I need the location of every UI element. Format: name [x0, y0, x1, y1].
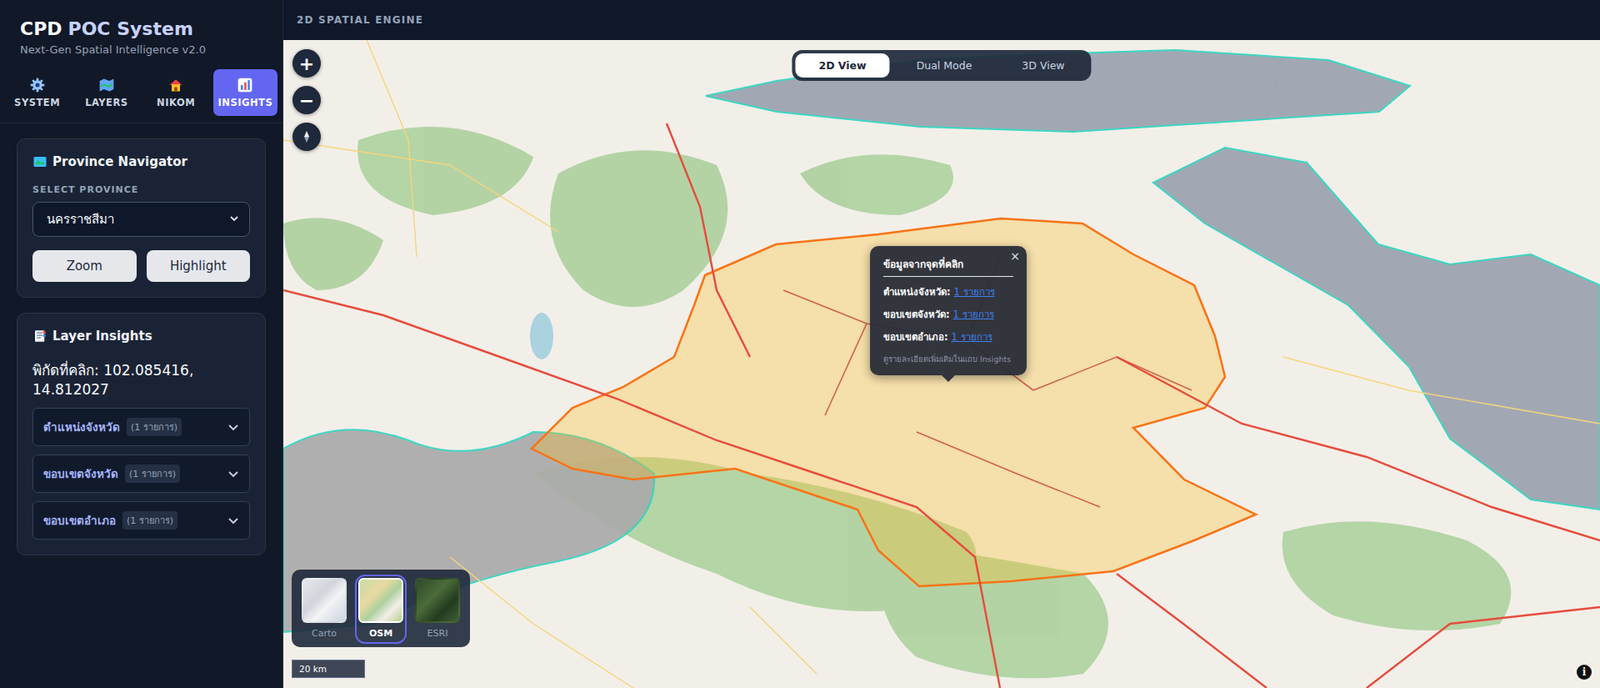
- tab-label: LAYERS: [85, 96, 128, 109]
- basemap-option[interactable]: OSM: [358, 577, 404, 640]
- view-mode-button[interactable]: 2D View: [795, 53, 890, 78]
- accordion-label: ขอบเขตอำเภอ: [43, 510, 116, 530]
- clicked-coordinate: พิกัดที่คลิก: 102.085416, 14.812027: [32, 358, 250, 398]
- popup-row: ตำแหน่งจังหวัด:1 รายการ: [883, 284, 1014, 300]
- app-title: CPDPOC System: [20, 18, 263, 40]
- app-subtitle: Next-Gen Spatial Intelligence v2.0: [20, 43, 263, 56]
- engine-label: 2D SPATIAL ENGINE: [296, 14, 424, 26]
- popup-footer: ดูรายละเอียดเพิ่มเติมในแถบ Insights: [883, 352, 1014, 365]
- select-label: SELECT PROVINCE: [32, 184, 250, 195]
- sidebar-tab[interactable]: NIKOM: [144, 69, 209, 116]
- accordion-count: (1 รายการ): [125, 464, 180, 483]
- sidebar-tab[interactable]: LAYERS: [74, 69, 139, 116]
- popup-row-link[interactable]: 1 รายการ: [954, 284, 995, 300]
- chart-icon: [236, 76, 254, 94]
- select-value: นครราชสีมา: [46, 209, 115, 230]
- insight-accordion[interactable]: ขอบเขตจังหวัด (1 รายการ): [32, 454, 250, 493]
- basemap-thumbnail: [301, 577, 347, 623]
- layer-insights-card: Layer Insights พิกัดที่คลิก: 102.085416, …: [16, 312, 266, 555]
- popup-row-link[interactable]: 1 รายการ: [953, 306, 995, 322]
- basemap-label: Carto: [311, 627, 337, 640]
- map-panel: 2D SPATIAL ENGINE+−2D ViewDual Mode3D Vi…: [283, 0, 1600, 688]
- popup-title: ข้อมูลจากจุดที่คลิก: [883, 255, 1014, 277]
- popup-close-button[interactable]: ×: [1010, 249, 1020, 263]
- chevron-icon: [227, 514, 240, 526]
- gear-icon: [29, 76, 46, 94]
- sidebar-tab[interactable]: INSIGHTS: [213, 69, 278, 116]
- sidebar-tabs: SYSTEM LAYERS NIKOM INSIGHTS: [0, 69, 283, 124]
- compass-icon: [300, 126, 314, 148]
- basemap-switcher: Carto OSM ESRI: [291, 569, 470, 647]
- accordion-label: ตำแหน่งจังหวัด: [43, 417, 120, 436]
- compass-button[interactable]: [292, 122, 321, 151]
- basemap-thumbnail: [415, 577, 460, 623]
- popup-row: ขอบเขตจังหวัด:1 รายการ: [883, 306, 1014, 322]
- app-title-main: CPD: [20, 18, 63, 40]
- card-title: Layer Insights: [32, 328, 250, 344]
- zoom-out-button[interactable]: −: [292, 85, 321, 115]
- chevron-icon: [227, 467, 240, 480]
- popup-row-link[interactable]: 1 รายการ: [951, 329, 993, 345]
- basemap-option[interactable]: Carto: [301, 577, 347, 640]
- card-title-text: Layer Insights: [52, 328, 153, 344]
- popup-row: ขอบเขตอำเภอ:1 รายการ: [883, 329, 1014, 345]
- map-canvas[interactable]: +−2D ViewDual Mode3D Viewข้อมูลจากจุดที่…: [283, 40, 1600, 688]
- accordion-header: ขอบเขตจังหวัด (1 รายการ): [43, 464, 180, 483]
- insight-accordion[interactable]: ตำแหน่งจังหวัด (1 รายการ): [32, 407, 250, 446]
- accordion-label: ขอบเขตจังหวัด: [43, 464, 119, 483]
- card-title-text: Province Navigator: [52, 154, 188, 170]
- sidebar-tab[interactable]: SYSTEM: [5, 69, 70, 116]
- highlight-button[interactable]: Highlight: [146, 250, 251, 282]
- province-navigator-card: Province Navigator SELECT PROVINCE นครราชส…: [16, 138, 266, 298]
- card-title: Province Navigator: [32, 154, 250, 170]
- brand: CPDPOC System Next-Gen Spatial Intelligen…: [0, 0, 283, 70]
- basemap-label: ESRI: [427, 627, 449, 640]
- navigator-buttons: Zoom Highlight: [32, 250, 250, 282]
- view-mode-toggle: 2D ViewDual Mode3D View: [791, 50, 1091, 81]
- map-icon: [98, 76, 115, 94]
- popup-tail: [941, 375, 955, 382]
- basemap-label: OSM: [369, 627, 393, 640]
- chevron-icon: [227, 420, 240, 433]
- insight-accordion[interactable]: ขอบเขตอำเภอ (1 รายการ): [32, 500, 250, 540]
- map-icon: [32, 154, 48, 170]
- zoom-controls: +−: [292, 49, 321, 151]
- insight-list: ตำแหน่งจังหวัด (1 รายการ) ขอบเขตจังหวัด (1 …: [32, 407, 250, 540]
- zoom-button[interactable]: Zoom: [32, 250, 137, 282]
- accordion-count: (1 รายการ): [126, 417, 182, 436]
- attribution-info-button[interactable]: i: [1576, 664, 1592, 680]
- basemap-thumbnail: [358, 577, 404, 623]
- tab-label: NIKOM: [156, 96, 195, 109]
- view-mode-button[interactable]: Dual Mode: [893, 53, 996, 78]
- map-header: 2D SPATIAL ENGINE: [283, 0, 1600, 40]
- accordion-header: ขอบเขตอำเภอ (1 รายการ): [43, 510, 178, 530]
- zoom-in-button[interactable]: +: [292, 49, 321, 78]
- map-popup: ข้อมูลจากจุดที่คลิก×ตำแหน่งจังหวัด:1 ราย…: [870, 245, 1027, 375]
- basemap-option[interactable]: ESRI: [415, 577, 460, 640]
- popup-row-label: ขอบเขตอำเภอ:: [883, 329, 949, 345]
- scale-bar: 20 km: [291, 659, 365, 678]
- popup-row-label: ตำแหน่งจังหวัด:: [883, 284, 951, 300]
- app-title-accent: POC System: [68, 18, 194, 40]
- province-select[interactable]: นครราชสีมา: [32, 201, 250, 237]
- accordion-count: (1 รายการ): [122, 510, 178, 530]
- bookmark-tabs-icon: [32, 328, 48, 344]
- house-icon: [167, 76, 185, 94]
- chevron-down-icon: [229, 211, 240, 227]
- popup-row-label: ขอบเขตจังหวัด:: [883, 306, 950, 322]
- tab-label: SYSTEM: [14, 96, 60, 109]
- view-mode-button[interactable]: 3D View: [998, 53, 1088, 78]
- accordion-header: ตำแหน่งจังหวัด (1 รายการ): [43, 417, 182, 436]
- tab-label: INSIGHTS: [218, 96, 274, 109]
- sidebar: CPDPOC System Next-Gen Spatial Intelligen…: [0, 0, 284, 688]
